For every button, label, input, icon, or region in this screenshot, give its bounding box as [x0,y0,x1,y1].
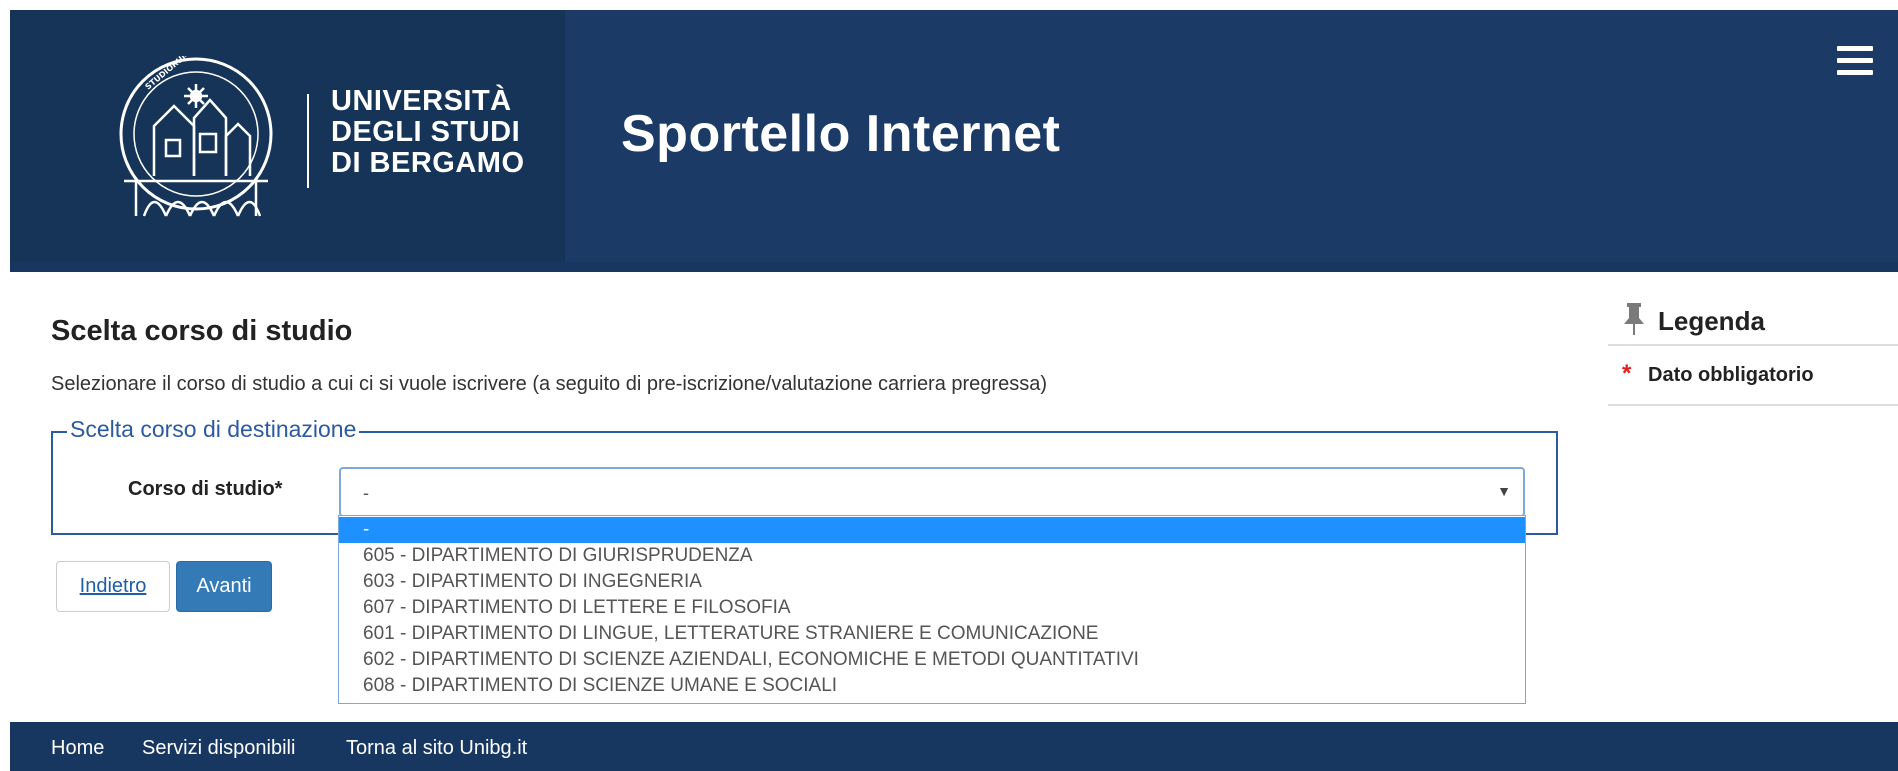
site-title: Sportello Internet [621,105,1061,163]
fieldset-legend: Scelta corso di destinazione [67,416,360,443]
university-name: UNIVERSITÀ DEGLI STUDI DI BERGAMO [331,86,525,179]
back-button[interactable]: Indietro [56,561,170,612]
course-select-value: - [363,483,369,503]
title-panel: Sportello Internet [565,10,1898,262]
legend-title: Legenda [1658,306,1765,336]
caret-down-icon: ▼ [1497,483,1511,499]
dropdown-option[interactable]: 603 - DIPARTIMENTO DI INGEGNERIA [339,569,1525,595]
dropdown-option[interactable]: - [339,517,1525,543]
course-dropdown-list: - 605 - DIPARTIMENTO DI GIURISPRUDENZA 6… [338,515,1526,704]
dropdown-option[interactable]: 601 - DIPARTIMENTO DI LINGUE, LETTERATUR… [339,621,1525,647]
logo-divider [307,94,309,188]
site-header: STUDIORUM UNIVERSITÀ DEGLI STUDI DI BERG… [10,10,1898,272]
dropdown-option[interactable]: 608 - DIPARTIMENTO DI SCIENZE UMANE E SO… [339,673,1525,699]
site-footer: Home Servizi disponibili Torna al sito U… [10,722,1898,771]
next-button[interactable]: Avanti [176,561,272,612]
university-crest-icon: STUDIORUM [119,56,273,217]
required-star-icon: * [1622,360,1632,387]
dropdown-option[interactable]: 607 - DIPARTIMENTO DI LETTERE E FILOSOFI… [339,595,1525,621]
university-name-line: DI BERGAMO [331,147,525,179]
legend-divider [1608,404,1898,406]
intro-text: Selezionare il corso di studio a cui ci … [51,373,1047,395]
university-logo[interactable]: STUDIORUM UNIVERSITÀ DEGLI STUDI DI BERG… [10,10,565,262]
university-name-line: DEGLI STUDI [331,116,521,148]
university-name-line: UNIVERSITÀ [331,85,512,117]
dropdown-option[interactable]: 602 - DIPARTIMENTO DI SCIENZE AZIENDALI,… [339,647,1525,673]
hamburger-menu-icon[interactable] [1837,46,1873,76]
required-legend-label: Dato obbligatorio [1648,364,1814,386]
dropdown-option[interactable]: 605 - DIPARTIMENTO DI GIURISPRUDENZA [339,543,1525,569]
course-select[interactable]: - ▼ [339,467,1525,517]
footer-link-home[interactable]: Home [51,737,104,760]
page-title: Scelta corso di studio [51,315,353,347]
footer-link-unibg[interactable]: Torna al sito Unibg.it [346,737,527,760]
footer-link-services[interactable]: Servizi disponibili [142,737,295,760]
page-frame: STUDIORUM UNIVERSITÀ DEGLI STUDI DI BERG… [10,10,1898,771]
pin-icon [1624,303,1644,335]
legend-divider [1608,344,1898,346]
course-field-label: Corso di studio* [128,478,283,500]
